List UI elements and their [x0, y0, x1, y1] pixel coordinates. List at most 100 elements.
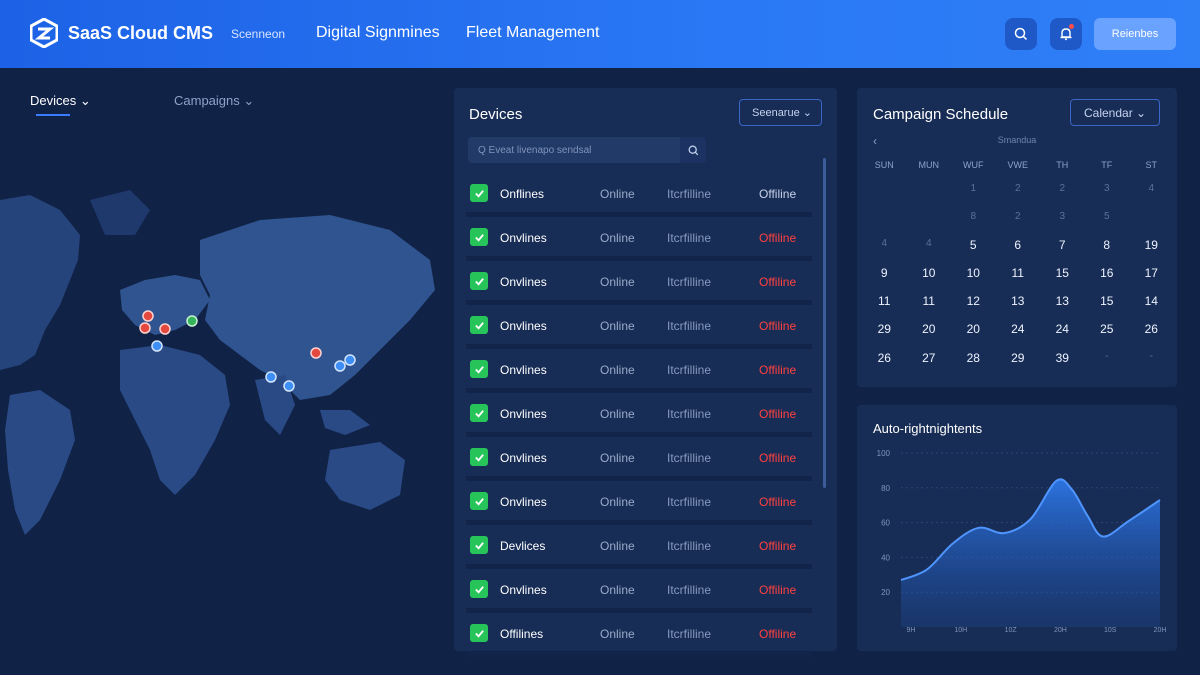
search-icon — [688, 145, 698, 155]
device-checkbox[interactable] — [470, 360, 488, 378]
area-fill — [901, 479, 1160, 627]
calendar-day[interactable]: 27 — [907, 351, 952, 365]
calendar-day[interactable]: 39 — [1040, 351, 1085, 365]
calendar-day[interactable]: 24 — [1040, 322, 1085, 336]
map-marker-blue — [283, 380, 295, 392]
calendar-day[interactable]: 5 — [951, 238, 996, 252]
search-icon — [1014, 27, 1028, 41]
device-secondary-label: Itcrfilline — [667, 583, 712, 597]
device-checkbox[interactable] — [470, 536, 488, 554]
calendar-day[interactable]: 9 — [862, 266, 907, 280]
devices-scrollbar[interactable] — [823, 158, 826, 488]
device-row[interactable]: Onvlines Online Itcrfilline Offiline — [466, 481, 812, 525]
calendar-day[interactable]: 13 — [996, 294, 1041, 308]
device-row[interactable]: Devlices Online Itcrfilline Offiline — [466, 525, 812, 569]
device-row[interactable]: Onvlines Online Itcrfilline Offiline — [466, 393, 812, 437]
device-checkbox[interactable] — [470, 580, 488, 598]
weekday-label: TH — [1056, 160, 1069, 170]
header-action-button[interactable]: Reienbes — [1094, 18, 1176, 50]
calendar-day[interactable]: 29 — [862, 322, 907, 336]
calendar-day[interactable]: 11 — [907, 294, 952, 308]
device-secondary-label: Itcrfilline — [667, 231, 712, 245]
calendar-week: 12234 — [862, 183, 1174, 194]
device-row[interactable]: Offilines Online Itcrfilline Offiline — [466, 613, 812, 657]
calendar-day[interactable]: 16 — [1085, 266, 1130, 280]
device-checkbox[interactable] — [470, 624, 488, 642]
calendar-day — [1129, 211, 1174, 222]
calendar-day[interactable]: 2 — [1040, 183, 1085, 194]
nav-link-digital-signage[interactable]: Digital Signmines — [316, 24, 440, 42]
calendar-day[interactable]: 29 — [996, 351, 1041, 365]
x-tick-label: 9H — [907, 627, 916, 634]
search-button[interactable] — [1005, 18, 1037, 50]
calendar-day[interactable]: 8 — [951, 211, 996, 222]
calendar-day[interactable]: 15 — [1085, 294, 1130, 308]
nav-link-fleet-management[interactable]: Fleet Management — [466, 24, 599, 42]
calendar-day[interactable]: - — [1129, 351, 1174, 365]
calendar-day[interactable]: 15 — [1040, 266, 1085, 280]
calendar-day[interactable]: 2 — [996, 183, 1041, 194]
calendar-day[interactable]: 1 — [951, 183, 996, 194]
nav-link-1[interactable]: Scenneon — [231, 27, 285, 41]
calendar-day[interactable]: 17 — [1129, 266, 1174, 280]
map-marker-blue — [265, 371, 277, 383]
calendar-day[interactable]: 14 — [1129, 294, 1174, 308]
calendar-week: 8235 — [862, 211, 1174, 222]
notifications-button[interactable] — [1050, 18, 1082, 50]
calendar-day[interactable]: 11 — [862, 294, 907, 308]
top-header: SaaS Cloud CMS Scenneon Digital Signmine… — [0, 0, 1200, 68]
calendar-day[interactable]: 12 — [951, 294, 996, 308]
devices-search-button[interactable] — [680, 137, 706, 163]
calendar-day[interactable]: 28 — [951, 351, 996, 365]
devices-search-input[interactable]: Q Eveat livenapo sendsal — [468, 137, 680, 163]
tab-devices[interactable]: Devices ⌄ — [30, 93, 91, 109]
device-row[interactable]: Onvlines Online Itcrfilline Offiline — [466, 437, 812, 481]
calendar-week: 26 27 28 29 39- - — [862, 351, 1174, 365]
calendar-day[interactable]: 3 — [1040, 211, 1085, 222]
calendar-day[interactable]: 3 — [1085, 183, 1130, 194]
device-checkbox[interactable] — [470, 492, 488, 510]
calendar-day[interactable]: 2 — [996, 211, 1041, 222]
device-checkbox[interactable] — [470, 404, 488, 422]
calendar-day[interactable]: 7 — [1040, 238, 1085, 252]
x-tick-label: 20H — [1154, 627, 1167, 634]
calendar-day[interactable]: 10 — [951, 266, 996, 280]
calendar-view-select[interactable]: Calendar ⌄ — [1070, 99, 1160, 126]
calendar-day[interactable]: 25 — [1085, 322, 1130, 336]
calendar-day[interactable]: 26 — [862, 351, 907, 365]
device-secondary-label: Itcrfilline — [667, 363, 712, 377]
device-checkbox[interactable] — [470, 448, 488, 466]
calendar-day[interactable]: 4 — [862, 238, 907, 252]
device-row[interactable]: Onvlines Online Itcrfilline Offiline — [466, 569, 812, 613]
device-checkbox[interactable] — [470, 272, 488, 290]
calendar-day[interactable]: 5 — [1085, 211, 1130, 222]
calendar-day[interactable]: 26 — [1129, 322, 1174, 336]
calendar-day[interactable]: - — [1085, 351, 1130, 365]
calendar-day[interactable]: 20 — [907, 322, 952, 336]
device-checkbox[interactable] — [470, 228, 488, 246]
calendar-day[interactable]: 11 — [996, 266, 1041, 280]
device-secondary-label: Itcrfilline — [667, 627, 712, 641]
calendar-day[interactable]: 10 — [907, 266, 952, 280]
device-checkbox[interactable] — [470, 184, 488, 202]
device-row[interactable]: Onvlines Online Itcrfilline Offiline — [466, 217, 812, 261]
device-online-label: Online — [600, 495, 635, 509]
device-row[interactable]: Onvlines Online Itcrfilline Offiline — [466, 349, 812, 393]
device-row[interactable]: Onvlines Online Itcrfilline Offiline — [466, 305, 812, 349]
tab-campaigns[interactable]: Campaigns ⌄ — [174, 93, 254, 109]
devices-filter-select[interactable]: Seenarue ⌄ — [739, 99, 822, 126]
calendar-day[interactable]: 24 — [996, 322, 1041, 336]
calendar-day[interactable]: 20 — [951, 322, 996, 336]
calendar-day[interactable]: 4 — [1129, 183, 1174, 194]
device-checkbox[interactable] — [470, 316, 488, 334]
continent-south-america — [5, 390, 75, 535]
calendar-day[interactable]: 13 — [1040, 294, 1085, 308]
calendar-day[interactable]: 4 — [907, 238, 952, 252]
device-row[interactable]: Onflines Online Itcrfilline Offiline — [466, 173, 812, 217]
y-tick-label: 60 — [881, 519, 890, 528]
device-secondary-label: Itcrfilline — [667, 539, 712, 553]
calendar-day[interactable]: 8 — [1085, 238, 1130, 252]
calendar-day[interactable]: 19 — [1129, 238, 1174, 252]
calendar-day[interactable]: 6 — [996, 238, 1041, 252]
device-row[interactable]: Onvlines Online Itcrfilline Offiline — [466, 261, 812, 305]
